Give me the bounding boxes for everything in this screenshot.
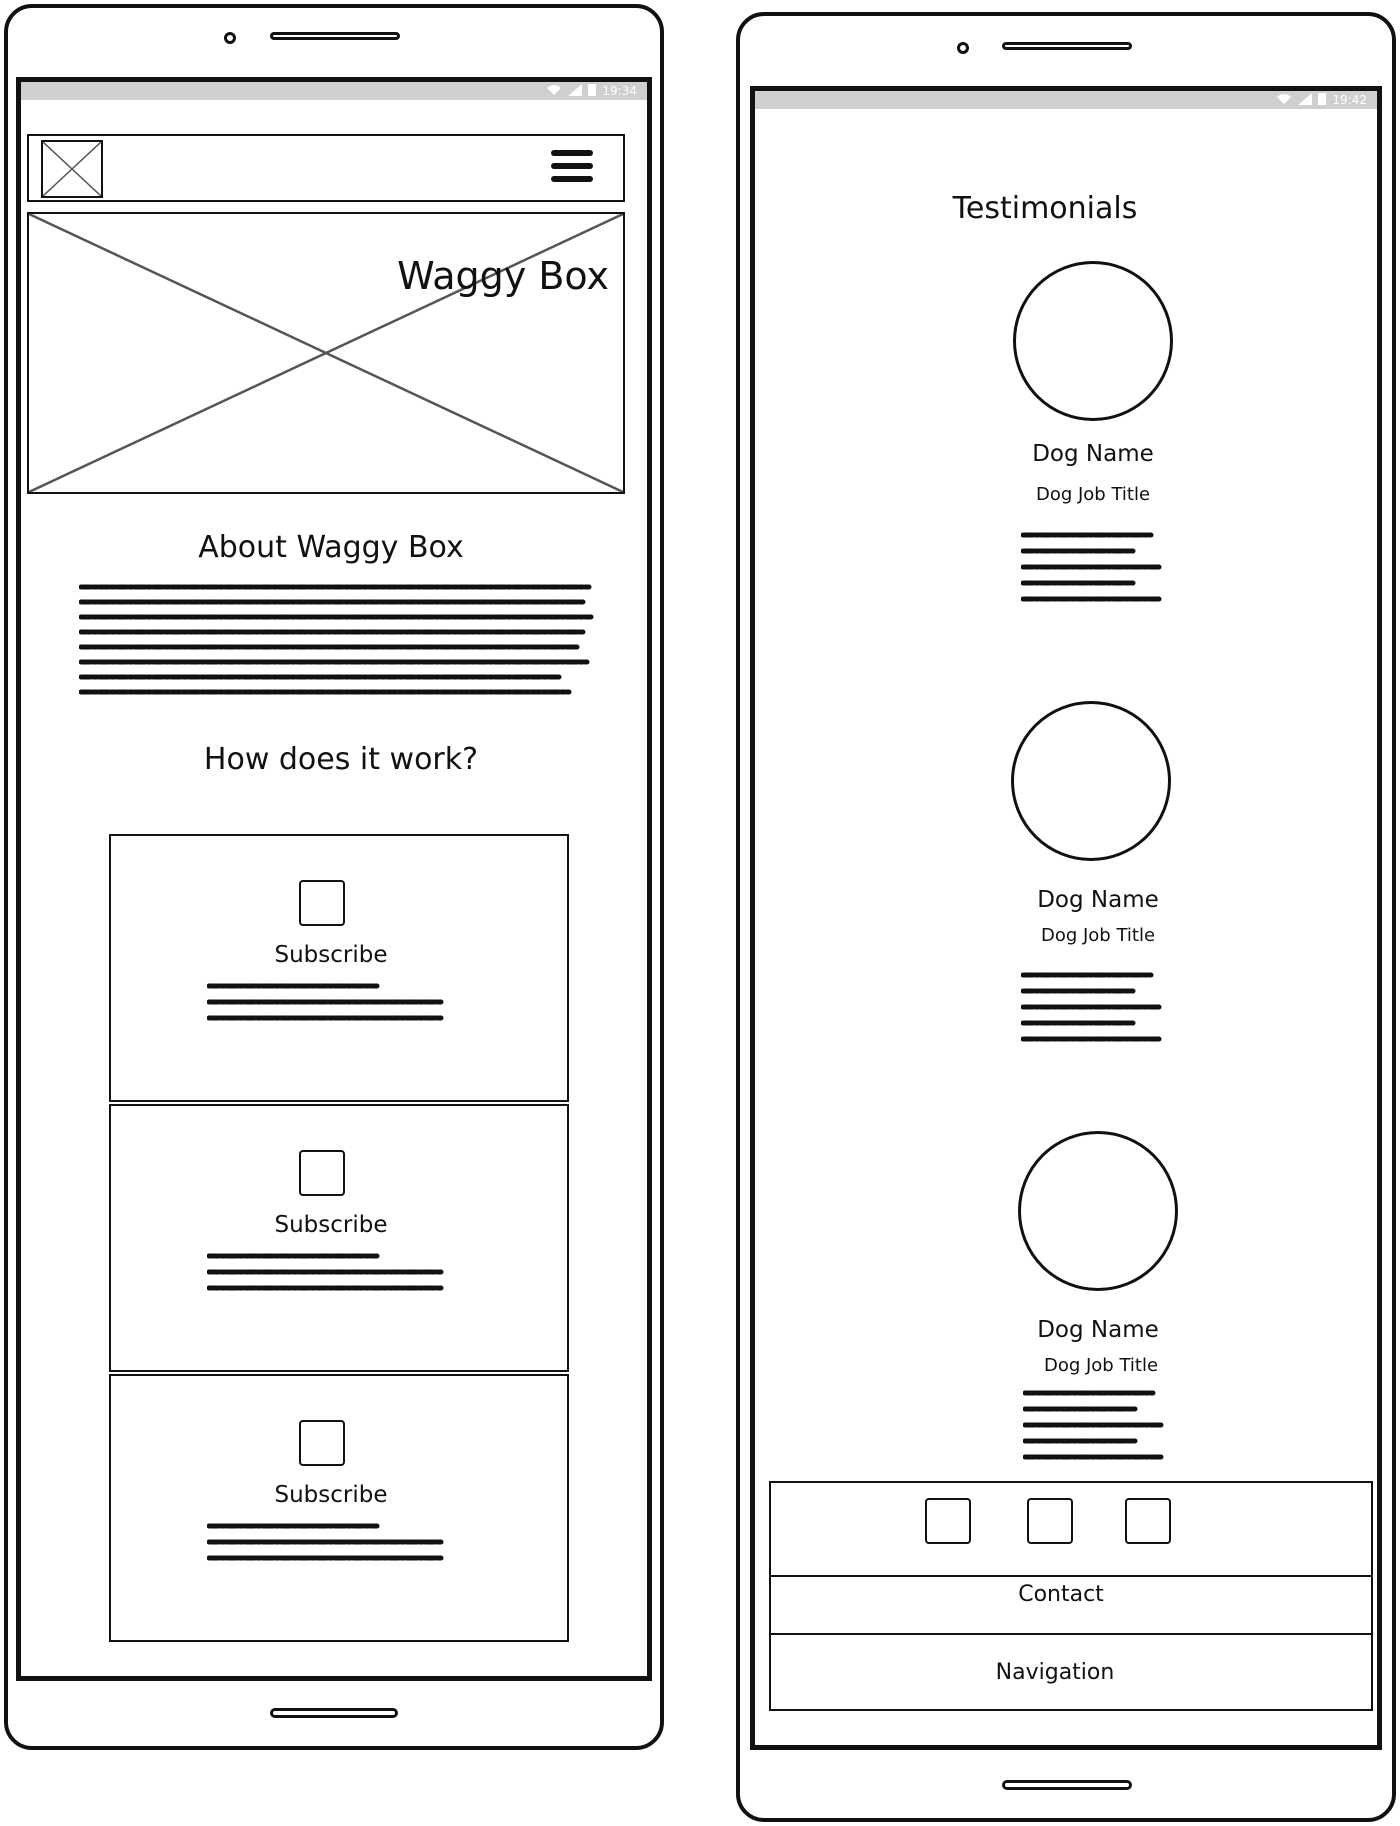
footer-navigation-label: Navigation	[995, 1659, 1115, 1685]
testimonial-text-scribble	[1023, 1390, 1166, 1460]
testimonials-title: Testimonials	[952, 191, 1138, 226]
status-time: 19:34	[602, 84, 637, 98]
right-phone-screen: 19:42 Testimonials Dog Name Dog Job Titl…	[750, 86, 1382, 1750]
step-card-text-scribble	[207, 983, 446, 1021]
right-phone-camera	[957, 42, 969, 54]
site-header	[27, 134, 625, 202]
wifi-icon	[546, 84, 562, 99]
social-square-icon[interactable]	[1027, 1498, 1073, 1544]
footer-contact[interactable]: Contact	[769, 1575, 1373, 1635]
step-card: Subscribe	[109, 1374, 569, 1642]
dog-avatar	[1018, 1131, 1178, 1291]
step-card-title: Subscribe	[274, 1212, 388, 1238]
square-icon	[299, 1150, 345, 1196]
status-time: 19:42	[1332, 93, 1367, 107]
signal-icon	[1298, 92, 1313, 108]
right-phone-home-button[interactable]	[1002, 1780, 1132, 1790]
right-phone-speaker	[1002, 42, 1132, 50]
dog-name: Dog Name	[1032, 441, 1154, 467]
testimonial-text-scribble	[1021, 972, 1164, 1042]
status-bar: 19:42	[755, 91, 1377, 109]
hero-title: Waggy Box	[397, 254, 609, 298]
about-title: About Waggy Box	[198, 530, 464, 565]
how-title: How does it work?	[203, 742, 479, 777]
dog-job-title: Dog Job Title	[1040, 925, 1156, 946]
dog-avatar	[1011, 701, 1171, 861]
signal-icon	[568, 83, 583, 99]
step-card: Subscribe	[109, 834, 569, 1102]
left-phone-screen: 19:34 Waggy Box About Waggy Box How does…	[16, 77, 652, 1681]
step-card: Subscribe	[109, 1104, 569, 1372]
footer-navigation[interactable]: Navigation	[769, 1633, 1373, 1711]
hamburger-menu-icon[interactable]	[551, 150, 593, 189]
battery-icon	[588, 83, 597, 99]
footer-social-bar	[769, 1481, 1373, 1577]
left-phone-camera	[224, 32, 236, 44]
step-card-text-scribble	[207, 1523, 446, 1561]
left-phone-speaker	[270, 32, 400, 40]
step-card-title: Subscribe	[274, 942, 388, 968]
dog-avatar	[1013, 261, 1173, 421]
social-square-icon[interactable]	[1125, 1498, 1171, 1544]
logo-image-placeholder-icon[interactable]	[41, 140, 103, 198]
wifi-icon	[1276, 93, 1292, 108]
left-phone-home-button[interactable]	[270, 1708, 398, 1718]
dog-name: Dog Name	[1037, 1317, 1159, 1343]
square-icon	[299, 880, 345, 926]
about-text-scribble	[79, 584, 594, 695]
testimonial-text-scribble	[1021, 532, 1164, 602]
dog-name: Dog Name	[1037, 887, 1159, 913]
battery-icon	[1318, 92, 1327, 108]
status-bar: 19:34	[21, 82, 647, 100]
step-card-title: Subscribe	[274, 1482, 388, 1508]
hero-image-placeholder: Waggy Box	[27, 212, 625, 494]
dog-job-title: Dog Job Title	[1035, 484, 1151, 505]
square-icon	[299, 1420, 345, 1466]
dog-job-title: Dog Job Title	[1043, 1355, 1159, 1376]
step-card-text-scribble	[207, 1253, 446, 1291]
social-square-icon[interactable]	[925, 1498, 971, 1544]
footer-contact-label: Contact	[1018, 1581, 1104, 1607]
